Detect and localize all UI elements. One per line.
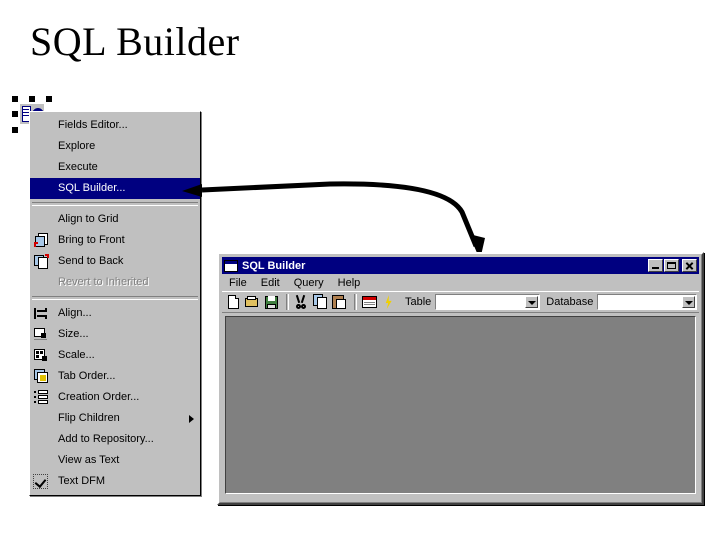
menu-item-label: Bring to Front	[58, 234, 125, 246]
menu-separator	[32, 296, 198, 300]
close-button[interactable]	[682, 259, 697, 272]
menu-item-view-as-text[interactable]: View as Text	[30, 450, 200, 471]
tab-order-icon	[34, 369, 50, 384]
window-toolbar[interactable]: Table Database	[222, 291, 699, 313]
menu-query-label: Query	[293, 277, 324, 289]
selection-handle-nw[interactable]	[12, 96, 18, 102]
menu-item-bring-to-front[interactable]: Bring to Front	[30, 230, 200, 251]
cut-button[interactable]	[293, 293, 311, 311]
menu-item-label: Align to Grid	[58, 213, 119, 225]
sql-button[interactable]	[361, 293, 379, 311]
menu-item-execute[interactable]: Execute	[30, 157, 200, 178]
new-document-icon	[225, 293, 243, 311]
sql-builder-window[interactable]: SQL Builder File Edit Query Help Table D…	[217, 252, 704, 505]
window-system-icon[interactable]	[224, 259, 238, 272]
chevron-down-icon[interactable]	[525, 296, 539, 308]
bring-to-front-icon	[34, 233, 50, 248]
minimize-icon	[652, 267, 659, 269]
menu-item-label: View as Text	[58, 454, 120, 466]
context-menu[interactable]: Fields Editor... Explore Execute SQL Bui…	[29, 111, 201, 496]
query-design-surface[interactable]	[225, 316, 696, 494]
menu-item-align[interactable]: Align...	[30, 303, 200, 324]
menu-item-revert-to-inherited: Revert to Inherited	[30, 272, 200, 293]
menu-item-label: Execute	[58, 161, 98, 173]
page-title: SQL Builder	[30, 19, 240, 64]
menu-item-label: Tab Order...	[58, 370, 116, 382]
menu-item-align-to-grid[interactable]: Align to Grid	[30, 209, 200, 230]
open-folder-icon	[244, 293, 262, 311]
menu-item-scale[interactable]: Scale...	[30, 345, 200, 366]
menu-item-label: Send to Back	[58, 255, 124, 267]
menu-edit-label: Edit	[260, 277, 280, 289]
checkmark-icon	[33, 474, 48, 489]
sql-icon	[361, 293, 379, 311]
menu-item-label: Revert to Inherited	[58, 276, 149, 288]
menu-item-tab-order[interactable]: Tab Order...	[30, 366, 200, 387]
scale-icon	[34, 348, 50, 363]
database-label: Database	[546, 296, 594, 308]
send-to-back-icon	[34, 254, 50, 269]
database-combo[interactable]	[597, 294, 698, 310]
chevron-down-icon[interactable]	[682, 296, 696, 308]
menu-edit[interactable]: Edit	[254, 277, 287, 289]
align-icon	[34, 306, 50, 321]
menu-file-label: File	[229, 277, 247, 289]
menu-file[interactable]: File	[222, 277, 254, 289]
table-label: Table	[405, 296, 432, 308]
creation-order-icon	[34, 390, 50, 405]
menu-item-flip-children[interactable]: Flip Children	[30, 408, 200, 429]
menu-item-label: Size...	[58, 328, 89, 340]
save-disk-icon	[263, 293, 281, 311]
selection-handle-sw[interactable]	[12, 127, 18, 133]
menu-separator	[32, 202, 198, 206]
menu-item-label: Align...	[58, 307, 92, 319]
menu-item-explore[interactable]: Explore	[30, 136, 200, 157]
table-combo[interactable]	[435, 294, 541, 310]
status-bar	[222, 496, 699, 501]
size-icon	[34, 327, 50, 342]
toolbar-separator	[354, 294, 357, 310]
menu-item-creation-order[interactable]: Creation Order...	[30, 387, 200, 408]
menu-item-add-to-repository[interactable]: Add to Repository...	[30, 429, 200, 450]
menu-item-label: Text DFM	[58, 475, 106, 487]
minimize-button[interactable]	[648, 259, 663, 272]
menu-item-label: Scale...	[58, 349, 95, 361]
menu-help-label: Help	[337, 277, 361, 289]
menu-help[interactable]: Help	[331, 277, 368, 289]
lightning-bolt-icon	[380, 293, 398, 311]
menu-item-label: Flip Children	[58, 412, 120, 424]
menu-item-label: Creation Order...	[58, 391, 140, 403]
selection-handle-ne[interactable]	[46, 96, 52, 102]
toolbar-separator	[286, 294, 289, 310]
new-button[interactable]	[225, 293, 243, 311]
window-menubar[interactable]: File Edit Query Help	[222, 275, 699, 291]
window-title: SQL Builder	[242, 259, 306, 272]
selection-handle-n[interactable]	[29, 96, 35, 102]
menu-item-label: Fields Editor...	[58, 119, 128, 131]
window-titlebar[interactable]: SQL Builder	[222, 257, 699, 274]
paste-button[interactable]	[331, 293, 349, 311]
maximize-button[interactable]	[664, 259, 679, 272]
copy-button[interactable]	[312, 293, 330, 311]
menu-item-label: Add to Repository...	[58, 433, 154, 445]
menu-item-label: Explore	[58, 140, 96, 152]
paste-clipboard-icon	[331, 293, 349, 311]
menu-query[interactable]: Query	[287, 277, 331, 289]
save-button[interactable]	[263, 293, 281, 311]
menu-item-size[interactable]: Size...	[30, 324, 200, 345]
menu-item-text-dfm[interactable]: Text DFM	[30, 471, 200, 492]
open-button[interactable]	[244, 293, 262, 311]
scissors-icon	[293, 293, 311, 311]
copy-icon	[312, 293, 330, 311]
chevron-right-icon	[189, 415, 194, 423]
menu-item-sql-builder[interactable]: SQL Builder...	[30, 178, 200, 199]
menu-item-send-to-back[interactable]: Send to Back	[30, 251, 200, 272]
maximize-icon	[667, 262, 676, 269]
execute-button[interactable]	[380, 293, 398, 311]
selection-handle-w[interactable]	[12, 111, 18, 117]
menu-item-fields-editor[interactable]: Fields Editor...	[30, 115, 200, 136]
menu-item-label: SQL Builder...	[58, 182, 126, 194]
